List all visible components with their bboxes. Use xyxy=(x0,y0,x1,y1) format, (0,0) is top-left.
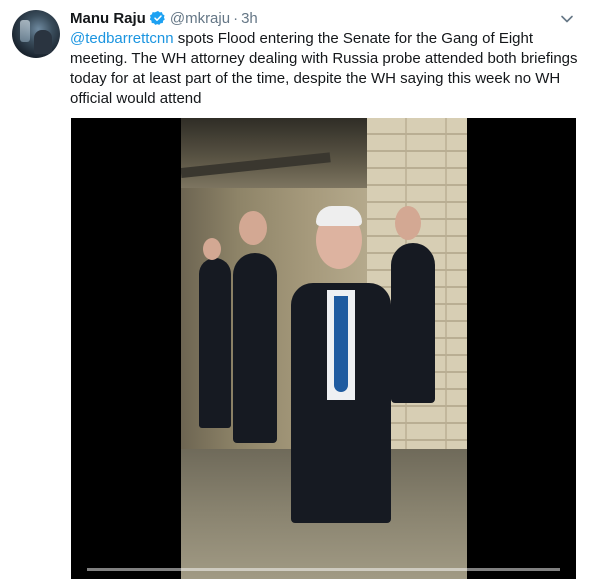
mention-link[interactable]: @tedbarrettcnn xyxy=(70,30,174,47)
video-frame xyxy=(181,118,467,579)
timestamp[interactable]: 3h xyxy=(241,10,258,27)
chevron-down-icon[interactable] xyxy=(560,12,574,26)
video-person-behind-head xyxy=(239,211,267,245)
video-person-background-left-head xyxy=(203,238,221,260)
tweet-header: Manu Raju @mkraju · 3h xyxy=(70,8,258,28)
video-person-behind xyxy=(233,253,277,443)
video-person-right-head xyxy=(395,206,421,240)
video-progress-bar[interactable] xyxy=(87,568,560,571)
separator-dot: · xyxy=(233,9,239,27)
verified-badge-icon xyxy=(149,11,165,25)
video-person-main-hair xyxy=(316,206,362,226)
video-person-right xyxy=(391,243,435,403)
avatar[interactable] xyxy=(12,10,60,58)
author-handle[interactable]: @mkraju xyxy=(170,10,230,27)
author-name[interactable]: Manu Raju xyxy=(70,10,146,27)
video-person-main-tie xyxy=(334,296,348,392)
video-player[interactable] xyxy=(71,118,576,579)
video-person-background-left xyxy=(199,258,231,428)
tweet-text: @tedbarrettcnn spots Flood entering the … xyxy=(70,29,580,109)
tweet: Manu Raju @mkraju · 3h @tedbarrettcnn sp… xyxy=(0,0,592,579)
